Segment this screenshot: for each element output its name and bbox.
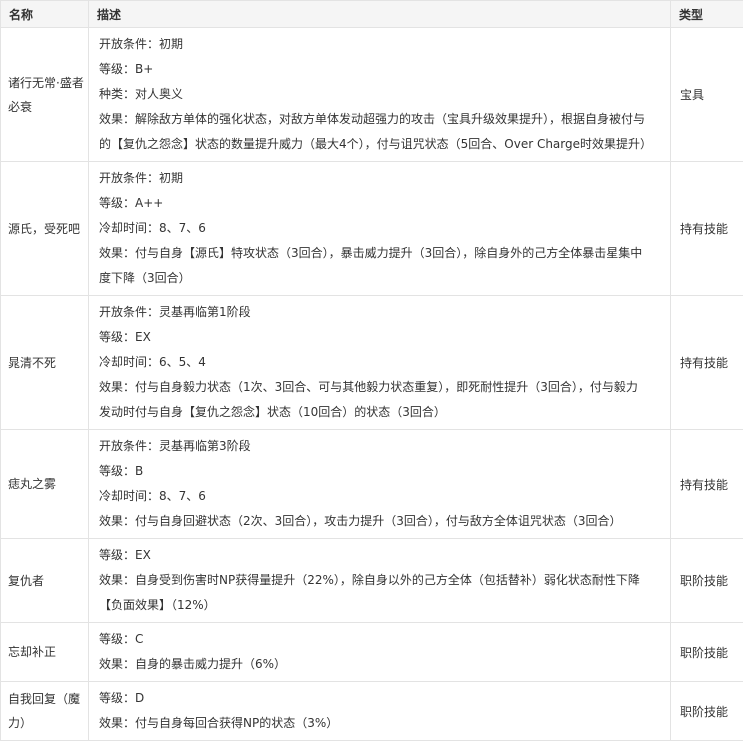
desc-line: 开放条件：灵基再临第1阶段 xyxy=(99,300,660,325)
skill-description: 开放条件：初期 等级：B+ 种类：对人奥义 效果：解除敌方单体的强化状态，对敌方… xyxy=(89,28,671,162)
desc-line: 开放条件：初期 xyxy=(99,32,660,57)
skill-description: 等级：EX 效果：自身受到伤害时NP获得量提升（22%），除自身以外的己方全体（… xyxy=(89,539,671,623)
desc-line: 冷却时间：8、7、6 xyxy=(99,216,660,241)
table-row: 复仇者 等级：EX 效果：自身受到伤害时NP获得量提升（22%），除自身以外的己… xyxy=(1,539,743,623)
skill-type: 职阶技能 xyxy=(671,682,743,741)
desc-line: 等级：B xyxy=(99,459,660,484)
skill-name: 痣丸之雾 xyxy=(1,430,89,539)
skill-description: 开放条件：灵基再临第1阶段 等级：EX 冷却时间：6、5、4 效果：付与自身毅力… xyxy=(89,296,671,430)
desc-line: 等级：EX xyxy=(99,325,660,350)
table-row: 晁清不死 开放条件：灵基再临第1阶段 等级：EX 冷却时间：6、5、4 效果：付… xyxy=(1,296,743,430)
table-row: 忘却补正 等级：C 效果：自身的暴击威力提升（6%） 职阶技能 xyxy=(1,623,743,682)
desc-line: 效果：付与自身毅力状态（1次、3回合、可与其他毅力状态重复），即死耐性提升（3回… xyxy=(99,375,660,400)
desc-line: 等级：B+ xyxy=(99,57,660,82)
desc-line: 效果：付与自身回避状态（2次、3回合），攻击力提升（3回合），付与敌方全体诅咒状… xyxy=(99,509,660,534)
skill-description: 开放条件：灵基再临第3阶段 等级：B 冷却时间：8、7、6 效果：付与自身回避状… xyxy=(89,430,671,539)
skill-name: 源氏，受死吧 xyxy=(1,162,89,296)
table-row: 源氏，受死吧 开放条件：初期 等级：A++ 冷却时间：8、7、6 效果：付与自身… xyxy=(1,162,743,296)
skill-name: 晁清不死 xyxy=(1,296,89,430)
desc-line: 开放条件：灵基再临第3阶段 xyxy=(99,434,660,459)
desc-line: 发动时付与自身【复仇之怨念】状态（10回合）的状态（3回合） xyxy=(99,400,660,425)
desc-line: 冷却时间：8、7、6 xyxy=(99,484,660,509)
desc-line: 等级：D xyxy=(99,686,660,711)
skill-description: 开放条件：初期 等级：A++ 冷却时间：8、7、6 效果：付与自身【源氏】特攻状… xyxy=(89,162,671,296)
skill-name: 自我回复（魔力） xyxy=(1,682,89,741)
desc-line: 效果：自身的暴击威力提升（6%） xyxy=(99,652,660,677)
header-name: 名称 xyxy=(1,1,89,28)
desc-line: 等级：C xyxy=(99,627,660,652)
desc-line: 等级：EX xyxy=(99,543,660,568)
header-row: 名称 描述 类型 xyxy=(1,1,743,28)
skill-type: 宝具 xyxy=(671,28,743,162)
skill-name: 诸行无常·盛者必衰 xyxy=(1,28,89,162)
skill-type: 持有技能 xyxy=(671,430,743,539)
desc-line: 种类：对人奥义 xyxy=(99,82,660,107)
table-row: 诸行无常·盛者必衰 开放条件：初期 等级：B+ 种类：对人奥义 效果：解除敌方单… xyxy=(1,28,743,162)
desc-line: 等级：A++ xyxy=(99,191,660,216)
desc-line: 效果：付与自身【源氏】特攻状态（3回合），暴击威力提升（3回合），除自身外的己方… xyxy=(99,241,660,266)
skill-type: 职阶技能 xyxy=(671,623,743,682)
desc-line: 度下降（3回合） xyxy=(99,266,660,291)
desc-line: 的【复仇之怨念】状态的数量提升威力（最大4个），付与诅咒状态（5回合、Over … xyxy=(99,132,660,157)
skill-description: 等级：C 效果：自身的暴击威力提升（6%） xyxy=(89,623,671,682)
desc-line: 【负面效果】（12%） xyxy=(99,593,660,618)
header-desc: 描述 xyxy=(89,1,671,28)
skill-name: 忘却补正 xyxy=(1,623,89,682)
skill-name: 复仇者 xyxy=(1,539,89,623)
skill-description: 等级：D 效果：付与自身每回合获得NP的状态（3%） xyxy=(89,682,671,741)
table-row: 自我回复（魔力） 等级：D 效果：付与自身每回合获得NP的状态（3%） 职阶技能 xyxy=(1,682,743,741)
table-row: 痣丸之雾 开放条件：灵基再临第3阶段 等级：B 冷却时间：8、7、6 效果：付与… xyxy=(1,430,743,539)
header-type: 类型 xyxy=(671,1,743,28)
skill-type: 职阶技能 xyxy=(671,539,743,623)
desc-line: 开放条件：初期 xyxy=(99,166,660,191)
skill-type: 持有技能 xyxy=(671,296,743,430)
desc-line: 冷却时间：6、5、4 xyxy=(99,350,660,375)
desc-line: 效果：自身受到伤害时NP获得量提升（22%），除自身以外的己方全体（包括替补）弱… xyxy=(99,568,660,593)
skills-table: 名称 描述 类型 诸行无常·盛者必衰 开放条件：初期 等级：B+ 种类：对人奥义… xyxy=(0,0,743,741)
skill-type: 持有技能 xyxy=(671,162,743,296)
desc-line: 效果：解除敌方单体的强化状态，对敌方单体发动超强力的攻击（宝具升级效果提升），根… xyxy=(99,107,660,132)
desc-line: 效果：付与自身每回合获得NP的状态（3%） xyxy=(99,711,660,736)
